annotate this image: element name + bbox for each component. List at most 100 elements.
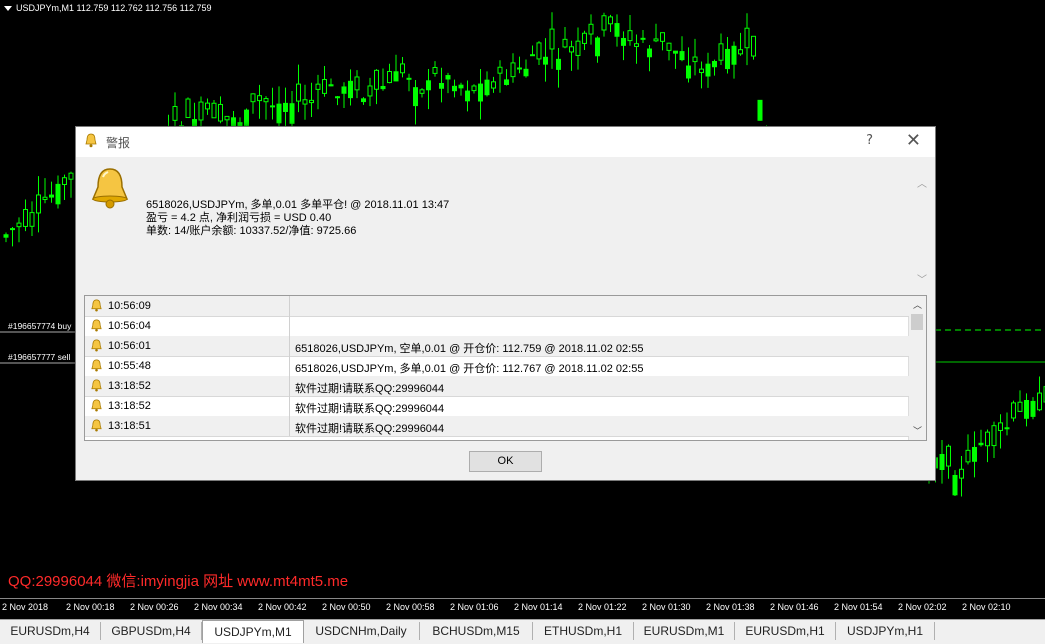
candle-body xyxy=(744,27,750,49)
candle-body xyxy=(1037,392,1042,411)
table-row[interactable]: 10:56:04 xyxy=(85,316,909,337)
candle-body xyxy=(621,37,626,46)
candle-body xyxy=(413,87,418,107)
dialog-titlebar[interactable]: 警报 ? ✕ xyxy=(76,127,935,157)
candle-body xyxy=(959,468,964,479)
alert-time: 13:18:51 xyxy=(108,420,151,432)
candle-body xyxy=(1030,400,1036,417)
ok-button[interactable]: OK xyxy=(469,451,542,472)
table-row[interactable]: 13:18:52 软件过期!请联系QQ:29996044 xyxy=(85,376,909,397)
table-row[interactable]: 13:18:52 软件过期!请联系QQ:29996044 xyxy=(85,396,909,417)
candle-body xyxy=(952,474,958,496)
candle-body xyxy=(946,445,951,467)
message-line-1: 6518026,USDJPYm, 多单,0.01 多单平仓! @ 2018.11… xyxy=(146,199,450,211)
alert-time: 10:55:48 xyxy=(108,360,151,372)
candle-body xyxy=(601,15,607,31)
time-axis: 2 Nov 2018 2 Nov 00:18 2 Nov 00:26 2 Nov 00… xyxy=(0,598,1045,619)
chart-tab[interactable]: USDJPYm,H1 xyxy=(836,622,935,640)
table-row[interactable]: 10:55:48 6518026,USDJPYm, 多单,0.01 @ 开仓价: … xyxy=(85,356,909,377)
time-tick: 2 Nov 01:38 xyxy=(706,602,755,612)
help-button[interactable]: ? xyxy=(866,133,873,148)
message-scrollbar[interactable]: ︿ ﹀ xyxy=(915,175,929,286)
time-tick: 2 Nov 00:42 xyxy=(258,602,307,612)
chart-tab[interactable]: EURUSDm,M1 xyxy=(634,622,735,640)
candle-body xyxy=(666,42,672,51)
bell-icon xyxy=(91,299,102,312)
scroll-down-icon[interactable]: ﹀ xyxy=(913,424,922,437)
candle-body xyxy=(653,38,659,42)
column-divider xyxy=(289,296,290,316)
candle-body xyxy=(510,62,516,78)
candle-body xyxy=(387,70,392,84)
chart-tab[interactable]: EURUSDm,H1 xyxy=(735,622,836,640)
candle-body xyxy=(68,172,74,180)
candle-body xyxy=(62,177,67,185)
chart-tab[interactable]: USDJPYm,M1 xyxy=(202,620,304,643)
table-row[interactable]: 13:18:51 软件过期!请联系QQ:29996044 xyxy=(85,416,909,437)
list-scrollbar[interactable]: ︿ ﹀ xyxy=(908,296,926,440)
chart-tab[interactable]: GBPUSDm,H4 xyxy=(101,622,202,640)
candle-body xyxy=(322,79,327,94)
candle-body xyxy=(380,85,386,90)
candle-body xyxy=(978,442,984,446)
chart-tab[interactable]: ETHUSDm,H1 xyxy=(533,622,634,640)
dialog-title: 警报 xyxy=(106,136,131,150)
time-tick: 2 Nov 00:18 xyxy=(66,602,115,612)
candle-body xyxy=(536,42,542,60)
dropdown-triangle-icon[interactable] xyxy=(4,6,12,12)
candle-body xyxy=(419,89,425,94)
column-divider xyxy=(289,416,290,436)
bell-icon xyxy=(85,133,97,148)
candle-body xyxy=(504,79,509,85)
candle-body xyxy=(348,80,353,99)
candle-body xyxy=(686,65,691,79)
candle-body xyxy=(205,102,210,110)
candle-body xyxy=(562,38,568,48)
candle-body xyxy=(439,83,444,89)
scroll-thumb[interactable] xyxy=(911,314,923,330)
candle-body xyxy=(484,79,490,96)
chart-tab[interactable]: EURUSDm,H4 xyxy=(0,622,101,640)
candle-body xyxy=(341,86,347,94)
candle-body xyxy=(406,77,412,80)
candle-body xyxy=(315,83,321,90)
chart-tab[interactable]: USDCNHm,Daily xyxy=(303,622,420,640)
candle-body xyxy=(517,67,522,70)
close-button[interactable]: ✕ xyxy=(906,130,921,151)
column-divider xyxy=(289,336,290,356)
alert-text: 软件过期!请联系QQ:29996044 xyxy=(295,403,445,415)
candle-body xyxy=(673,50,678,54)
chart-tab[interactable]: BCHUSDm,M15 xyxy=(420,622,533,640)
order-label-buy[interactable]: #196657774 buy xyxy=(8,321,71,331)
table-row[interactable]: 10:56:09 xyxy=(85,296,909,317)
time-tick: 2 Nov 2018 xyxy=(2,602,49,612)
time-tick: 2 Nov 02:02 xyxy=(898,602,947,612)
scroll-up-icon[interactable]: ︿ xyxy=(917,175,927,190)
alert-text: 软件过期!请联系QQ:29996044 xyxy=(295,383,445,395)
alert-message: 6518026,USDJPYm, 多单,0.01 多单平仓! @ 2018.11… xyxy=(146,199,449,238)
time-tick: 2 Nov 00:26 xyxy=(130,602,179,612)
scroll-up-icon[interactable]: ︿ xyxy=(913,298,922,311)
scroll-down-icon[interactable]: ﹀ xyxy=(917,271,927,286)
order-label-sell[interactable]: #196657777 sell xyxy=(8,352,70,362)
candle-body xyxy=(712,61,717,68)
bell-icon xyxy=(91,379,102,392)
candle-body xyxy=(393,71,399,82)
candle-body xyxy=(309,99,314,104)
candle-body xyxy=(1011,402,1016,419)
candle-body xyxy=(751,35,756,57)
candle-body xyxy=(692,56,698,63)
table-row[interactable]: 10:56:01 6518026,USDJPYm, 空单,0.01 @ 开仓价: … xyxy=(85,336,909,357)
candle-body xyxy=(374,69,379,90)
alert-history-list[interactable]: ︿ ﹀ 10:56:09 10:56:04 10:56:01 6518026,USDJ… xyxy=(84,295,927,441)
watermark-text: QQ:29996044 微信:imyingjia 网址 www.mt4mt5.m… xyxy=(8,573,349,590)
candle-body xyxy=(367,85,373,97)
candle-body xyxy=(972,446,977,462)
candle-body xyxy=(276,103,282,124)
candle-body xyxy=(445,75,451,80)
candle-body xyxy=(549,28,555,50)
alert-time: 10:56:04 xyxy=(108,320,151,332)
candle-body xyxy=(244,109,249,126)
candle-body xyxy=(283,102,288,112)
candle-body xyxy=(738,49,743,55)
